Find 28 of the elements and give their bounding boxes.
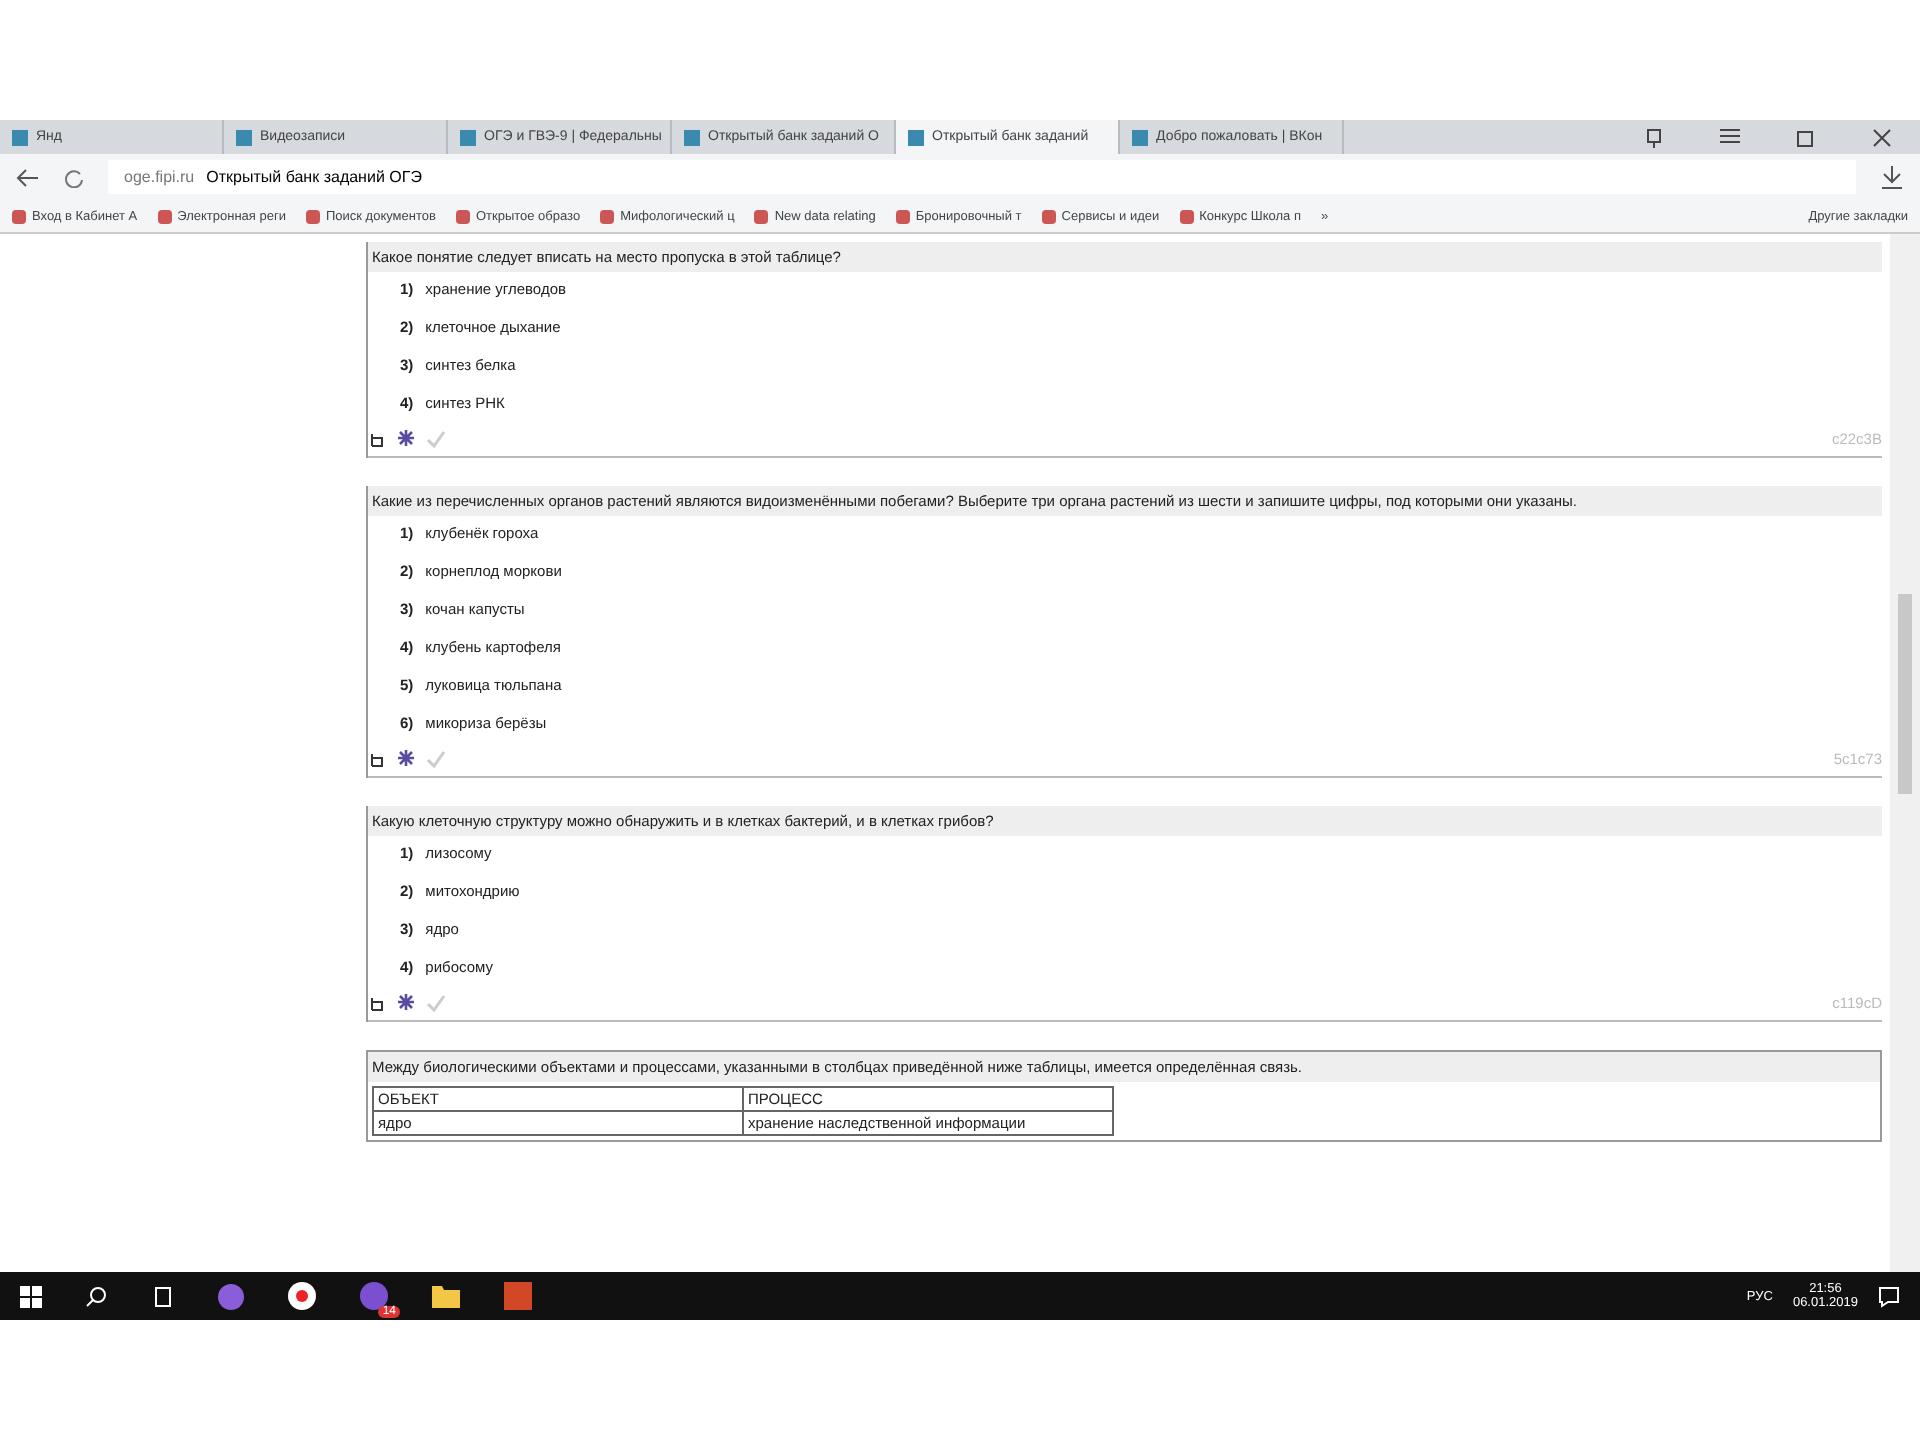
asterisk-icon[interactable] [398,430,414,446]
page-icon [908,129,924,145]
check-icon[interactable] [426,429,446,447]
page-icon [684,129,700,145]
menu-icon[interactable] [1720,127,1740,143]
folder-icon[interactable] [432,1284,460,1308]
back-icon[interactable] [16,167,40,187]
assistant-icon[interactable] [218,1283,244,1309]
close-icon[interactable] [1872,127,1892,147]
download-icon[interactable] [1880,165,1904,189]
page-icon [12,129,28,145]
page-icon [1132,129,1148,145]
address-bar[interactable]: oge.fipi.ru Открытый банк заданий ОГЭ [108,160,1856,194]
browser-app-icon[interactable] [288,1282,316,1310]
page-icon [236,129,252,145]
pin-icon[interactable] [1644,127,1664,147]
check-icon[interactable] [426,749,446,767]
asterisk-icon[interactable] [398,750,414,766]
windows-icon[interactable] [20,1285,42,1307]
page-icon [460,129,476,145]
check-icon[interactable] [426,993,446,1011]
scrollbar[interactable] [1890,234,1920,1272]
search-icon[interactable] [86,1285,108,1307]
restore-icon[interactable] [1796,127,1816,147]
reload-icon[interactable] [64,167,84,187]
notifications-icon[interactable] [1878,1285,1900,1307]
task-view-icon[interactable] [152,1285,174,1307]
asterisk-icon[interactable] [398,994,414,1010]
